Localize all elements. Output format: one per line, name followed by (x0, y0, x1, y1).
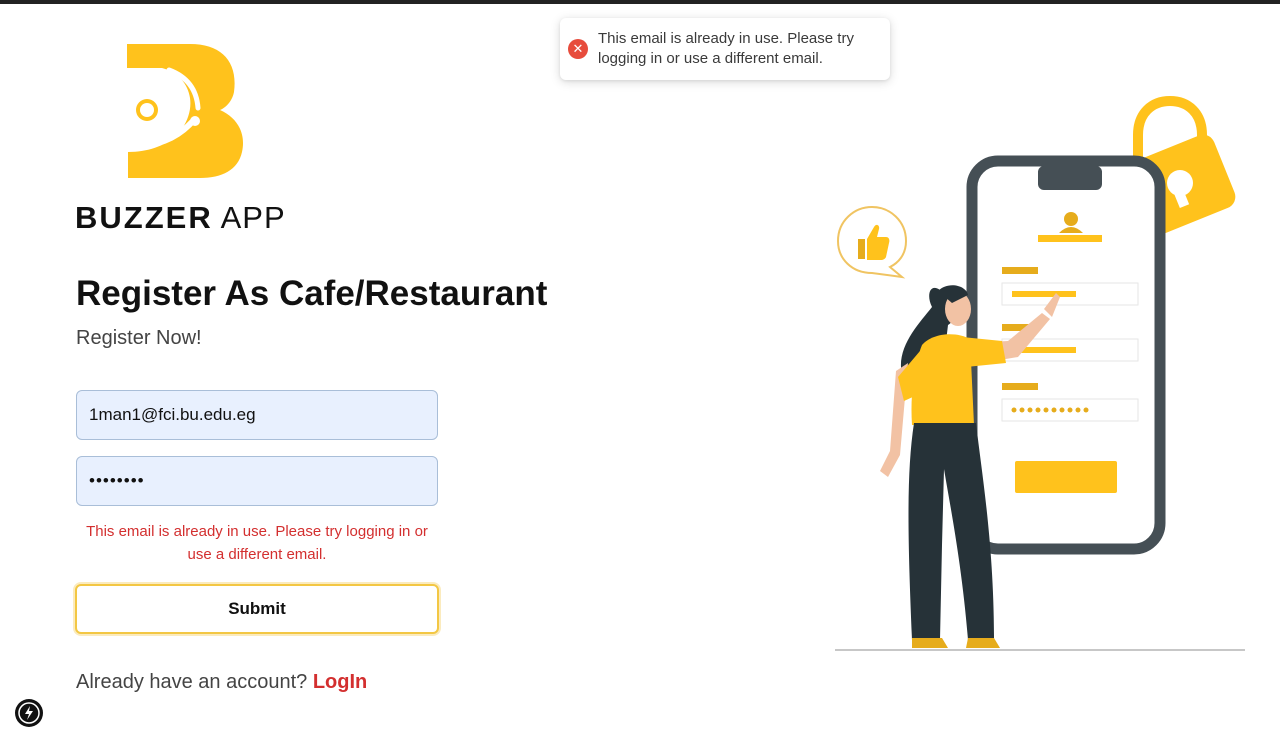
window-top-bar (0, 0, 1280, 4)
error-toast[interactable]: ✕ This email is already in use. Please t… (560, 18, 890, 80)
register-page: ✕ This email is already in use. Please t… (0, 0, 1280, 742)
submit-button[interactable]: Submit (75, 584, 439, 634)
registration-illustration (835, 95, 1245, 651)
brand-name: BUZZER APP (75, 200, 286, 236)
toast-message: This email is already in use. Please try… (598, 30, 854, 67)
dev-tools-button[interactable] (15, 699, 43, 727)
lightning-icon (18, 702, 40, 724)
password-field[interactable] (76, 456, 438, 506)
page-title: Register As Cafe/Restaurant (76, 274, 548, 313)
login-link[interactable]: LogIn (313, 671, 367, 693)
brand-name-light: APP (220, 200, 286, 235)
brand-name-bold: BUZZER (75, 200, 213, 235)
login-prompt-text: Already have an account? (76, 671, 308, 693)
page-subtitle: Register Now! (76, 327, 202, 349)
buzzer-logo-icon (125, 44, 244, 178)
thumbs-up-icon (836, 205, 908, 279)
error-icon: ✕ (568, 39, 588, 59)
email-field[interactable] (76, 390, 438, 440)
form-error-message: This email is already in use. Please try… (86, 523, 428, 563)
login-prompt: Already have an account? LogIn (76, 671, 367, 694)
